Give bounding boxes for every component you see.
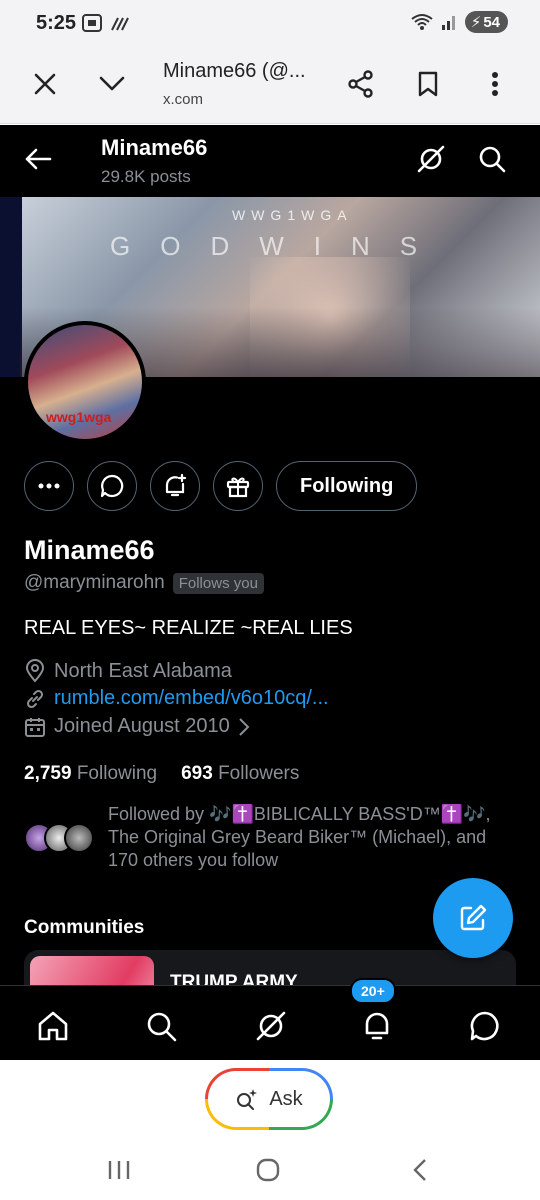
screenshot-icon xyxy=(82,14,102,32)
followers-label: Followers xyxy=(218,763,300,784)
notify-button[interactable] xyxy=(150,461,200,511)
link-icon xyxy=(26,689,44,708)
profile-handle: @maryminarohn xyxy=(24,572,165,593)
compose-post-button[interactable] xyxy=(433,878,513,958)
nav-notifications[interactable] xyxy=(357,1006,397,1046)
followed-by-section[interactable]: Followed by 🎶✝️BIBLICALLY BASS'D™✝️🎶, Th… xyxy=(24,803,514,873)
follows-you-badge: Follows you xyxy=(172,572,264,594)
gift-button[interactable] xyxy=(213,461,263,511)
home-circle-icon xyxy=(256,1158,280,1182)
followed-by-text: Followed by 🎶✝️BIBLICALLY BASS'D™✝️🎶, Th… xyxy=(108,804,491,870)
nav-messages[interactable] xyxy=(465,1006,505,1046)
followers-count-link[interactable]: 693 Followers xyxy=(181,763,299,785)
status-bar: 5:25 ⚡ 54 xyxy=(0,0,540,46)
bell-icon xyxy=(365,1012,389,1040)
banner-edge-strip xyxy=(0,197,22,377)
message-button[interactable] xyxy=(87,461,137,511)
x-profile-page: Miname66 29.8K posts WWG1WGA GODWINS wwg… xyxy=(0,125,540,1060)
bookmark-icon xyxy=(418,71,438,97)
avatar[interactable]: wwg1wga xyxy=(24,321,146,443)
battery-level: 54 xyxy=(483,13,500,31)
bottom-navigation: 20+ xyxy=(0,978,540,1060)
more-vert-icon xyxy=(492,72,498,96)
compose-icon xyxy=(460,904,487,931)
tab-url: x.com xyxy=(163,91,204,108)
following-label: Following xyxy=(76,763,158,784)
header-display-name: Miname66 xyxy=(101,135,208,160)
gift-icon xyxy=(226,477,250,498)
profile-display-name: Miname66 xyxy=(24,535,155,565)
avatar xyxy=(64,823,94,853)
custom-tab-toolbar: Miname66 (@... x.com xyxy=(0,46,540,124)
chevron-right-icon xyxy=(238,717,250,736)
profile-joined-date: Joined August 2010 xyxy=(54,715,230,737)
tab-title: Miname66 (@... xyxy=(163,60,306,82)
ask-button[interactable]: Ask xyxy=(205,1068,333,1130)
profile-bio: REAL EYES~ REALIZE ~REAL LIES xyxy=(24,617,353,639)
followed-by-avatars xyxy=(24,823,94,855)
minimize-tab-button[interactable] xyxy=(92,64,132,104)
status-notification-icons xyxy=(82,14,130,32)
more-options-button[interactable] xyxy=(475,64,515,104)
sparkle-search-icon xyxy=(237,1089,258,1110)
profile-joined-row[interactable]: Joined August 2010 xyxy=(24,715,250,738)
calendar-icon xyxy=(25,717,45,737)
grok-icon[interactable] xyxy=(415,143,447,175)
profile-website-link[interactable]: rumble.com/embed/v6o10cq/... xyxy=(54,687,329,710)
ask-label: Ask xyxy=(269,1087,303,1110)
profile-header-bar: Miname66 29.8K posts xyxy=(0,125,540,197)
chevron-down-icon xyxy=(99,76,125,91)
status-time: 5:25 xyxy=(36,12,77,34)
more-actions-button[interactable] xyxy=(24,461,74,511)
chat-bubble-icon xyxy=(470,1011,499,1041)
back-button[interactable] xyxy=(400,1155,440,1185)
avatar-text: wwg1wga xyxy=(46,409,112,425)
share-icon xyxy=(348,70,373,98)
close-tab-button[interactable] xyxy=(25,64,65,104)
back-arrow-icon[interactable] xyxy=(22,143,54,175)
grok-icon xyxy=(256,1011,286,1041)
following-button[interactable]: Following xyxy=(276,461,418,511)
wifi-icon xyxy=(411,14,433,30)
nav-search[interactable] xyxy=(141,1006,181,1046)
search-icon[interactable] xyxy=(476,143,508,175)
following-count: 2,759 xyxy=(24,763,72,784)
profile-location: North East Alabama xyxy=(54,659,232,682)
status-right-icons: ⚡ 54 xyxy=(411,11,508,33)
share-button[interactable] xyxy=(341,64,381,104)
home-button[interactable] xyxy=(248,1155,288,1185)
followers-count: 693 xyxy=(181,763,213,784)
location-pin-icon xyxy=(25,659,45,683)
communities-heading: Communities xyxy=(24,917,145,938)
nav-grok[interactable] xyxy=(251,1006,291,1046)
bell-plus-icon xyxy=(165,473,187,497)
more-horiz-icon xyxy=(38,483,60,489)
system-bottom-area: Ask xyxy=(0,1060,540,1200)
nav-home[interactable] xyxy=(33,1006,73,1046)
profile-action-row: Following xyxy=(24,461,418,511)
header-post-count: 29.8K posts xyxy=(101,167,191,186)
notifications-badge: 20+ xyxy=(350,978,396,1004)
profile-handle-row: @maryminarohn Follows you xyxy=(24,572,264,594)
profile-link-row: rumble.com/embed/v6o10cq/... xyxy=(24,687,329,710)
back-chevron-icon xyxy=(413,1159,426,1181)
cell-signal-icon xyxy=(441,16,455,30)
bookmark-button[interactable] xyxy=(408,64,448,104)
battery-indicator: ⚡ 54 xyxy=(464,11,508,33)
banner-text-top: WWG1WGA xyxy=(232,207,353,223)
signal-off-icon xyxy=(111,17,129,31)
charging-icon: ⚡ xyxy=(470,14,482,31)
profile-location-row: North East Alabama xyxy=(24,659,232,683)
follow-counts: 2,759 Following 693 Followers xyxy=(24,763,299,785)
banner-text-main: GODWINS xyxy=(110,231,448,261)
recent-apps-button[interactable] xyxy=(99,1155,139,1185)
following-count-link[interactable]: 2,759 Following xyxy=(24,763,157,785)
home-icon xyxy=(38,1011,68,1041)
close-icon xyxy=(34,73,56,95)
recents-icon xyxy=(108,1161,130,1179)
search-icon xyxy=(147,1012,177,1042)
chat-bubble-icon xyxy=(100,474,124,498)
